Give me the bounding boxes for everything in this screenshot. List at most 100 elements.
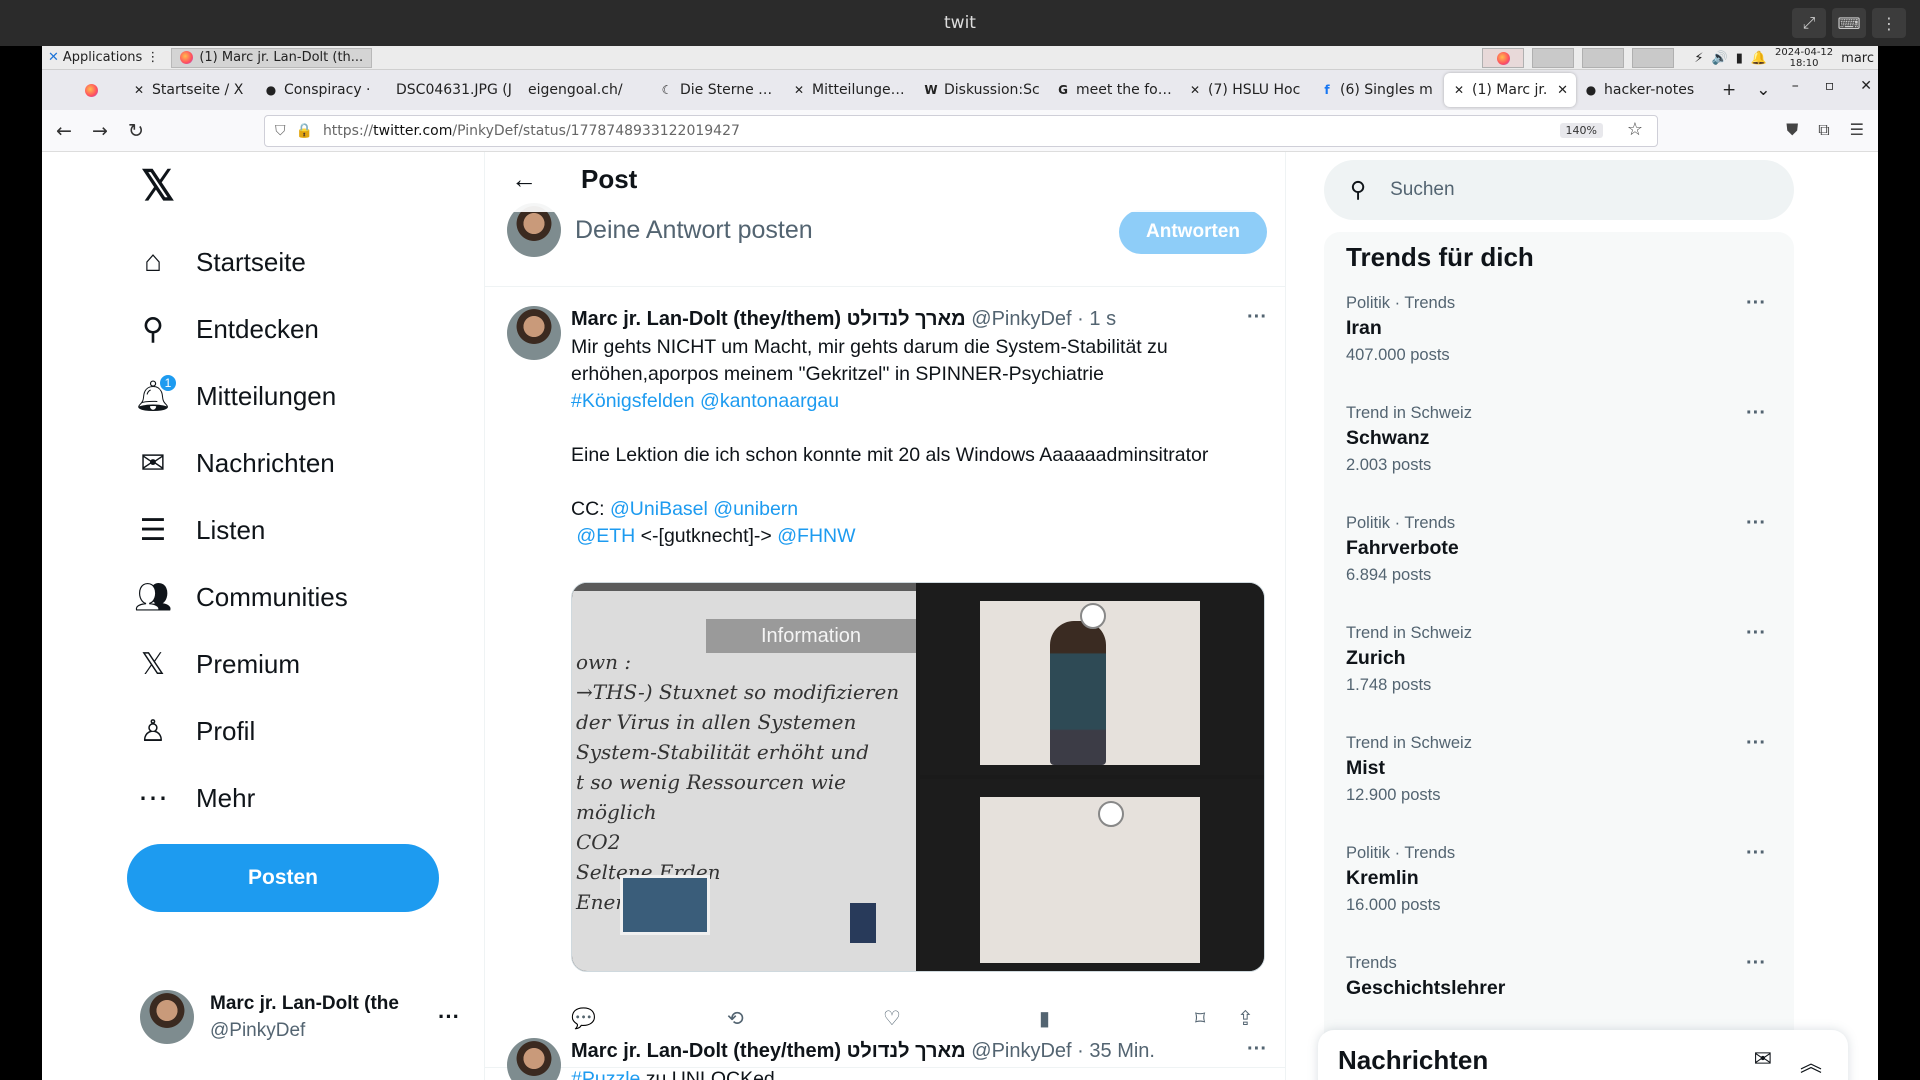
bookmark-icon[interactable]: ⌑ <box>1195 1006 1205 1031</box>
browser-tab[interactable]: ✕ (1) Marc jr. ✕ <box>1444 73 1576 107</box>
browser-tab[interactable]: W Diskussion:Sc <box>916 73 1048 107</box>
trend-more-icon[interactable]: ··· <box>1746 512 1766 535</box>
tweet-time[interactable]: · 35 Min. <box>1077 1040 1155 1062</box>
clock[interactable]: 2024-04-12 18:10 <box>1775 47 1833 69</box>
person-photo[interactable] <box>920 583 1264 775</box>
browser-tab[interactable] <box>76 73 124 107</box>
like-icon[interactable]: ♡ <box>883 1006 901 1031</box>
url-bar[interactable]: ⛉ 🔒 https://twitter.com/PinkyDef/status/… <box>264 115 1658 147</box>
close-window-icon[interactable]: ✕ <box>1860 78 1872 94</box>
trend-item[interactable]: Trends Geschichtslehrer ··· <box>1346 952 1776 1002</box>
trend-more-icon[interactable]: ··· <box>1746 952 1766 975</box>
search-input[interactable]: ⚲ Suchen <box>1324 160 1794 220</box>
workspace-3[interactable] <box>1582 48 1625 68</box>
trend-item[interactable]: Trend in Schweiz Mist 12.900 posts ··· <box>1346 732 1776 808</box>
mention-link[interactable]: @ETH <box>576 525 635 547</box>
volume-icon[interactable]: 🔊 <box>1712 51 1728 66</box>
browser-tab[interactable]: f (6) Singles m <box>1312 73 1444 107</box>
tweet-more-icon[interactable]: ··· <box>1247 306 1267 329</box>
reload-icon[interactable]: ↻ <box>126 120 146 142</box>
mention-link[interactable]: @FHNW <box>777 525 855 547</box>
sidebar-item-premium[interactable]: 𝕏 Premium <box>136 635 300 693</box>
avatar[interactable] <box>507 306 561 360</box>
taskbar-item-firefox[interactable]: (1) Marc jr. Lan-Dolt (th... <box>171 47 373 68</box>
browser-tab[interactable]: ✕ Mitteilungen / <box>784 73 916 107</box>
x-logo-icon[interactable]: 𝕏 <box>141 165 181 207</box>
browser-tab[interactable]: Gmeet the fock <box>1048 73 1180 107</box>
fullscreen-icon[interactable]: ⤢ <box>1792 8 1826 38</box>
user-name[interactable]: marc <box>1841 51 1874 66</box>
browser-tab[interactable]: ● Conspiracy · <box>256 73 388 107</box>
pocket-icon[interactable]: ⛊ <box>1786 120 1798 140</box>
trend-item[interactable]: Politik · Trends Iran 407.000 posts ··· <box>1346 292 1776 368</box>
post-button[interactable]: Posten <box>127 844 439 912</box>
applications-menu[interactable]: ✕ Applications ⋮ <box>42 50 165 65</box>
battery-icon[interactable]: ▮ <box>1736 51 1743 66</box>
network-icon[interactable]: ⚡ <box>1694 51 1703 66</box>
views-icon[interactable]: ▮ <box>1039 1006 1050 1031</box>
expand-chevron-icon[interactable]: ︽ <box>1800 1046 1822 1078</box>
messages-drawer[interactable]: Nachrichten ✉ ︽ <box>1318 1030 1848 1080</box>
browser-tab[interactable]: eigengoal.ch/ <box>520 73 652 107</box>
browser-tab[interactable]: ✕ (7) HSLU Hoc <box>1180 73 1312 107</box>
trend-more-icon[interactable]: ··· <box>1746 842 1766 865</box>
account-more-icon[interactable]: ··· <box>438 1004 460 1030</box>
whiteboard-photo[interactable]: Information own : →THS-) Stuxnet so modif… <box>572 583 916 971</box>
reply-button[interactable]: Antworten <box>1119 210 1267 254</box>
sidebar-item-communities[interactable]: 👥︎ Communities <box>134 568 348 626</box>
avatar[interactable] <box>507 1038 561 1080</box>
trend-more-icon[interactable]: ··· <box>1746 402 1766 425</box>
hamburger-menu-icon[interactable]: ☰ <box>1850 120 1864 140</box>
sidebar-item-startseite[interactable]: ⌂ Startseite <box>136 233 306 291</box>
bookmark-star-icon[interactable]: ☆ <box>1627 119 1643 140</box>
lock-icon[interactable]: 🔒 <box>296 123 313 139</box>
window-menu-icon[interactable]: ⋮ <box>1872 8 1906 38</box>
browser-tab[interactable]: ● hacker-notes <box>1576 73 1708 107</box>
tweet[interactable]: Marc jr. Lan-Dolt (they/them) מארך לנדול… <box>507 1038 1267 1080</box>
reply-input[interactable]: Deine Antwort posten <box>575 216 813 245</box>
repost-icon[interactable]: ⟲ <box>727 1006 744 1031</box>
minimize-icon[interactable]: – <box>1792 78 1799 94</box>
tweet-author[interactable]: Marc jr. Lan-Dolt (they/them) מארך לנדול… <box>571 308 966 330</box>
tab-list-chevron-icon[interactable]: ⌄ <box>1756 80 1770 100</box>
mention-link[interactable]: @kantonaargau <box>700 390 839 412</box>
tweet-author[interactable]: Marc jr. Lan-Dolt (they/them) מארך לנדול… <box>571 1040 966 1062</box>
tweet-handle[interactable]: @PinkyDef <box>971 1040 1071 1062</box>
account-switcher[interactable]: Marc jr. Lan-Dolt (the @PinkyDef ··· <box>140 990 460 1044</box>
reply-icon[interactable]: 💬 <box>571 1006 596 1031</box>
zoom-indicator[interactable]: 140% <box>1559 123 1603 138</box>
sidebar-item-mitteilungen[interactable]: 🔔︎ 1 Mitteilungen <box>134 367 336 425</box>
workspace-4[interactable] <box>1632 48 1675 68</box>
browser-tab[interactable]: ✕ Startseite / X <box>124 73 256 107</box>
trend-more-icon[interactable]: ··· <box>1746 622 1766 645</box>
extensions-icon[interactable]: ⧉ <box>1818 120 1829 140</box>
sidebar-item-nachrichten[interactable]: ✉ Nachrichten <box>136 434 334 492</box>
whiteboard-photo-2[interactable] <box>920 779 1264 971</box>
workspace-1[interactable] <box>1482 48 1525 68</box>
trend-item[interactable]: Politik · Trends Kremlin 16.000 posts ··· <box>1346 842 1776 918</box>
tweet-time[interactable]: · 1 s <box>1077 308 1116 330</box>
back-arrow-icon[interactable]: ← <box>511 164 537 195</box>
mention-link[interactable]: @UniBasel <box>610 498 708 520</box>
trend-item[interactable]: Trend in Schweiz Schwanz 2.003 posts ··· <box>1346 402 1776 478</box>
workspace-2[interactable] <box>1532 48 1575 68</box>
tweet-media-grid[interactable]: Information own : →THS-) Stuxnet so modif… <box>571 582 1265 972</box>
tweet-handle[interactable]: @PinkyDef <box>971 308 1071 330</box>
mention-link[interactable]: @unibern <box>713 498 798 520</box>
forward-arrow-icon[interactable]: → <box>90 120 110 142</box>
hashtag-link[interactable]: #Puzzle <box>571 1068 640 1080</box>
tweet-more-icon[interactable]: ··· <box>1247 1038 1267 1061</box>
trend-more-icon[interactable]: ··· <box>1746 292 1766 315</box>
maximize-icon[interactable]: ▫ <box>1825 78 1835 94</box>
new-tab-icon[interactable]: + <box>1722 80 1736 100</box>
notification-bell-icon[interactable]: 🔔 <box>1751 51 1767 66</box>
trend-more-icon[interactable]: ··· <box>1746 732 1766 755</box>
back-arrow-icon[interactable]: ← <box>54 120 74 142</box>
tweet[interactable]: Marc jr. Lan-Dolt (they/them) מארך לנדול… <box>507 306 1267 1046</box>
shield-icon[interactable]: ⛉ <box>275 123 286 139</box>
hashtag-link[interactable]: #Königsfelden <box>571 390 695 412</box>
browser-tab[interactable]: ☾ Die Sterne - T <box>652 73 784 107</box>
browser-tab[interactable]: DSC04631.JPG (J <box>388 73 520 107</box>
sidebar-item-entdecken[interactable]: ⚲ Entdecken <box>136 300 319 358</box>
share-icon[interactable]: ⇪ <box>1237 1006 1254 1031</box>
